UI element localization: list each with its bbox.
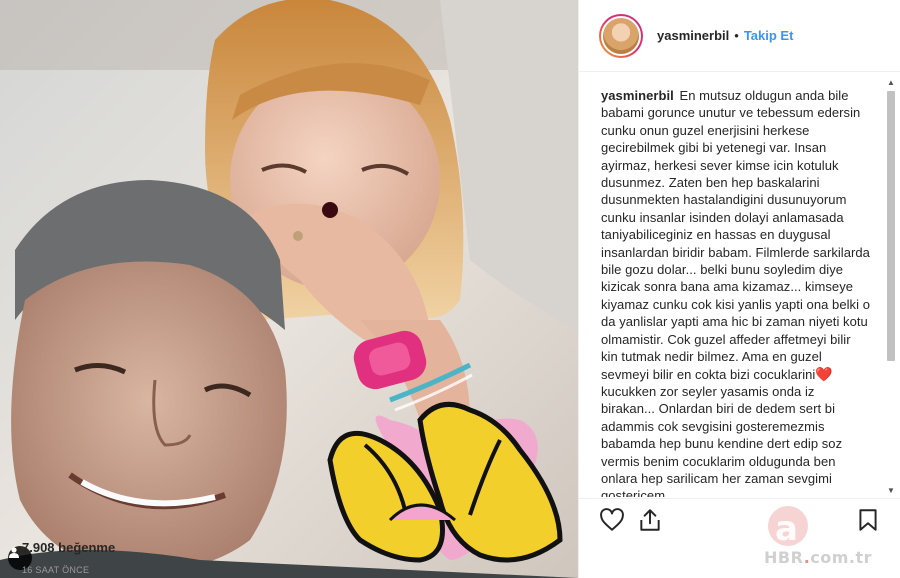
red-heart-emoji-icon: ❤️ [815,365,833,382]
share-button[interactable] [637,507,663,533]
heart-outline-icon [600,508,624,531]
follow-button[interactable]: Takip Et [744,28,794,43]
caption-text-part1: En mutsuz oldugun anda bile babami gorun… [601,88,870,382]
save-button[interactable] [855,507,881,533]
scroll-down-arrow-icon[interactable]: ▼ [885,485,897,497]
watermark-text: HBR.com.tr [764,548,872,567]
action-bar [579,498,900,542]
header-separator: • [734,28,739,43]
header-username[interactable]: yasminerbil [657,28,729,43]
like-button[interactable] [599,507,625,533]
post-photo[interactable] [0,0,578,578]
photo-illustration [0,0,578,578]
post-timestamp: 16 SAAT ÖNCE [22,565,90,575]
person-tag-icon [9,547,19,558]
watermark-hbr: HBR [764,548,804,567]
scrollbar-thumb[interactable] [887,91,895,361]
scroll-up-arrow-icon[interactable]: ▲ [885,77,897,89]
watermark-tld: com.tr [810,548,873,567]
caption: yasminerbil En mutsuz oldugun anda bile … [601,87,871,497]
bookmark-icon [859,509,877,531]
avatar-image [601,15,641,56]
avatar[interactable] [599,13,643,58]
caption-username[interactable]: yasminerbil [601,88,674,103]
post-header: yasminerbil • Takip Et [579,0,900,72]
caption-scrollbar[interactable]: ▲ ▼ [885,77,897,497]
share-upload-icon [640,509,660,531]
caption-text-part2: kucukken zor seyler yasamis onda iz bira… [601,383,843,497]
post-side-panel: yasminerbil • Takip Et yasminerbil En mu… [578,0,900,578]
likes-count-label[interactable]: 7.908 beğenme [22,540,115,555]
caption-scroll-area[interactable]: yasminerbil En mutsuz oldugun anda bile … [579,73,900,497]
